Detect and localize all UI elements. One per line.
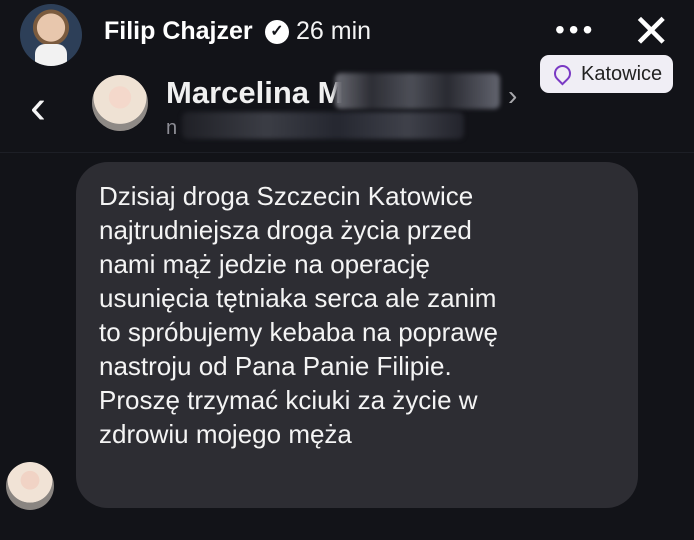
username-initial: n bbox=[166, 117, 178, 139]
message-line: usunięcia tętniaka serca ale zanim bbox=[99, 283, 497, 313]
message-line: nami mąż jedzie na operację bbox=[99, 249, 430, 279]
post-time: 26 min bbox=[296, 17, 372, 45]
close-icon[interactable]: ✕ bbox=[632, 6, 671, 56]
recipient-name[interactable]: Marcelina M bbox=[166, 75, 343, 111]
message-line: zdrowiu mojego męża bbox=[99, 419, 352, 449]
sender-avatar bbox=[6, 462, 54, 510]
message-line: najtrudniejsza droga życia przed bbox=[99, 215, 472, 245]
message-bubble: Dzisiaj droga Szczecin Katowice najtrudn… bbox=[76, 162, 638, 508]
location-pin-icon bbox=[550, 60, 575, 86]
message-line: Dzisiaj droga Szczecin Katowice bbox=[99, 181, 474, 211]
more-icon[interactable]: ••• bbox=[555, 14, 596, 46]
poster-name[interactable]: Filip Chajzer bbox=[104, 17, 253, 46]
location-label: Katowice bbox=[581, 62, 663, 85]
message-line: to spróbujemy kebaba na poprawę bbox=[99, 317, 498, 347]
name-redaction bbox=[335, 73, 500, 109]
recipient-avatar[interactable] bbox=[92, 75, 148, 131]
chevron-right-icon[interactable]: › bbox=[508, 80, 517, 112]
message-line: Proszę trzymać kciuki za życie w bbox=[99, 385, 478, 415]
message-line: nastroju od Pana Panie Filipie. bbox=[99, 351, 452, 381]
username-redaction bbox=[182, 112, 464, 139]
poster-avatar[interactable] bbox=[20, 4, 82, 66]
header-divider bbox=[0, 152, 694, 153]
back-button[interactable]: ‹ bbox=[30, 84, 46, 132]
location-sticker[interactable]: Katowice bbox=[540, 55, 673, 93]
verified-icon: ✓ bbox=[265, 20, 289, 44]
